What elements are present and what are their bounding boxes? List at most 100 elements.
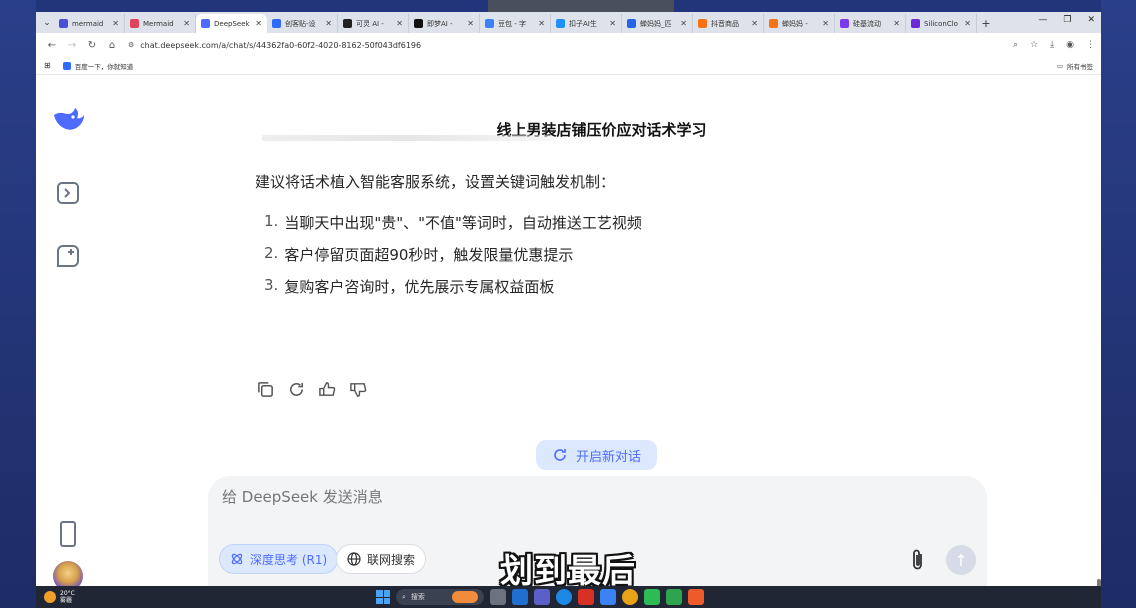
- browser-tab[interactable]: SiliconClo ✕: [906, 14, 977, 33]
- apps-icon[interactable]: ⊞: [44, 61, 51, 70]
- deep-think-label: 深度思考 (R1): [250, 552, 328, 567]
- site-info-icon[interactable]: ⚙: [128, 41, 134, 49]
- tab-label: 蝉妈妈_匹: [640, 19, 672, 28]
- backdrop-left: [0, 0, 36, 608]
- thumbs-down-icon[interactable]: [349, 380, 368, 399]
- browser-tab[interactable]: 即梦AI - ✕: [409, 14, 480, 33]
- web-search-toggle[interactable]: 联网搜索: [336, 544, 427, 574]
- tab-close-icon[interactable]: ✕: [751, 19, 758, 28]
- tab-favicon-icon: [485, 19, 494, 28]
- wps-icon[interactable]: [578, 589, 594, 605]
- browser-tab[interactable]: 抖音商品 ✕: [693, 14, 764, 33]
- tab-close-icon[interactable]: ✕: [538, 19, 545, 28]
- weather-icon: [44, 591, 56, 603]
- bookmark-star-icon[interactable]: ☆: [1030, 40, 1038, 50]
- browser-tab[interactable]: 硅基流动 ✕: [835, 14, 906, 33]
- message-intro: 建议将话术植入智能客服系统，设置关键词触发机制：: [255, 173, 616, 191]
- tab-close-icon[interactable]: ✕: [325, 19, 332, 28]
- tab-favicon-icon: [769, 19, 778, 28]
- browser-tab[interactable]: 豆包 - 字 ✕: [480, 14, 551, 33]
- browser-tab[interactable]: mermaid ✕: [54, 14, 125, 33]
- address-bar: ← → ↻ ⌂ ⚙ chat.deepseek.com/a/chat/s/443…: [36, 33, 1101, 57]
- scrollbar[interactable]: [1097, 579, 1101, 586]
- arrow-up-icon: ↑: [954, 550, 968, 570]
- reload-icon[interactable]: ↻: [82, 40, 102, 51]
- tab-label: mermaid: [72, 19, 104, 28]
- tab-label: 扣子AI生: [569, 19, 597, 28]
- list-item: 2. 客户停留页面超90秒时，触发限量优惠提示: [264, 244, 574, 264]
- tab-label: 抖音商品: [711, 19, 739, 28]
- tab-close-icon[interactable]: ✕: [680, 19, 687, 28]
- new-tab-button[interactable]: +: [977, 14, 995, 33]
- browser-tab[interactable]: Mermaid ✕: [125, 14, 196, 33]
- taskbar: 20°C 雾霾 ⌕ 搜索: [36, 586, 1101, 608]
- green-app-icon[interactable]: [666, 589, 682, 605]
- tab-close-icon[interactable]: ✕: [183, 19, 190, 28]
- menu-icon[interactable]: ⋮: [1086, 40, 1095, 50]
- restore-icon[interactable]: ❐: [1063, 15, 1071, 25]
- minimize-icon[interactable]: —: [1038, 15, 1047, 25]
- tab-close-icon[interactable]: ✕: [822, 19, 829, 28]
- teams-icon[interactable]: [534, 589, 550, 605]
- tab-close-icon[interactable]: ✕: [467, 19, 474, 28]
- window-controls: — ❐ ✕: [1038, 15, 1095, 25]
- profile-icon[interactable]: ◉: [1066, 40, 1074, 50]
- browser-tab[interactable]: 蝉妈妈_匹 ✕: [622, 14, 693, 33]
- copy-icon[interactable]: [256, 380, 275, 399]
- tab-label: 即梦AI -: [427, 19, 453, 28]
- wechat-icon[interactable]: [644, 589, 660, 605]
- close-window-icon[interactable]: ✕: [1087, 15, 1095, 25]
- tab-close-icon[interactable]: ✕: [112, 19, 119, 28]
- zoom-icon[interactable]: ⌕: [1013, 40, 1018, 50]
- download-icon[interactable]: ⤓: [1050, 40, 1054, 50]
- message-list: 1. 当聊天中出现"贵"、"不值"等词时，自动推送工艺视频 2. 客户停留页面超90…: [264, 212, 642, 308]
- url-field[interactable]: ⚙ chat.deepseek.com/a/chat/s/44362fa0-60…: [128, 41, 1013, 50]
- tab-close-icon[interactable]: ✕: [255, 19, 262, 28]
- cloud-icon[interactable]: [600, 589, 616, 605]
- message-input[interactable]: [222, 488, 922, 506]
- mobile-app-icon[interactable]: [60, 521, 76, 547]
- thumbs-up-icon[interactable]: [318, 380, 337, 399]
- browser-tab[interactable]: 蝉妈妈 - ✕: [764, 14, 835, 33]
- message-actions: [256, 380, 368, 399]
- deep-think-toggle[interactable]: 深度思考 (R1): [219, 544, 339, 574]
- new-chat-icon[interactable]: [57, 245, 79, 267]
- tab-favicon-icon: [911, 19, 920, 28]
- chrome-icon[interactable]: [622, 589, 638, 605]
- forward-icon[interactable]: →: [62, 40, 82, 51]
- browser-tab[interactable]: 扣子AI生 ✕: [551, 14, 622, 33]
- browser-tab[interactable]: DeepSeek ✕: [196, 14, 267, 33]
- tab-close-icon[interactable]: ✕: [396, 19, 403, 28]
- browser-tab[interactable]: 创客贴-设 ✕: [267, 14, 338, 33]
- tab-close-icon[interactable]: ✕: [964, 19, 971, 28]
- bookmark-baidu[interactable]: 百度一下，你就知道: [62, 61, 134, 71]
- new-chat-small-icon: [554, 449, 566, 461]
- edge-icon[interactable]: [556, 589, 572, 605]
- file-explorer-icon[interactable]: [490, 589, 506, 605]
- attach-icon[interactable]: [908, 548, 928, 572]
- tab-close-icon[interactable]: ✕: [893, 19, 900, 28]
- tab-favicon-icon: [414, 19, 423, 28]
- browser-tab[interactable]: 可灵 AI - ✕: [338, 14, 409, 33]
- avatar[interactable]: [53, 561, 83, 586]
- taskbar-search[interactable]: ⌕ 搜索: [396, 589, 484, 605]
- tab-close-icon[interactable]: ✕: [609, 19, 616, 28]
- windows-start-icon[interactable]: [376, 590, 390, 604]
- tab-favicon-icon: [59, 19, 68, 28]
- tab-search-icon[interactable]: ⌄: [40, 12, 54, 33]
- deepseek-logo[interactable]: [52, 105, 86, 133]
- all-bookmarks[interactable]: ▭ 所有书签: [1057, 61, 1093, 71]
- tab-label: SiliconClo: [924, 19, 958, 28]
- bookmarks-bar: ⊞ 百度一下，你就知道 ▭ 所有书签: [36, 57, 1101, 75]
- open-sidebar-icon[interactable]: [57, 182, 79, 204]
- new-chat-button[interactable]: 开启新对话: [536, 440, 657, 470]
- weather-widget[interactable]: 20°C 雾霾: [44, 590, 75, 604]
- list-item: 1. 当聊天中出现"贵"、"不值"等词时，自动推送工艺视频: [264, 212, 642, 232]
- regenerate-icon[interactable]: [287, 380, 306, 399]
- bookmark-label: 百度一下，你就知道: [74, 62, 134, 71]
- orange-app-icon[interactable]: [688, 589, 704, 605]
- back-icon[interactable]: ←: [42, 40, 62, 51]
- home-icon[interactable]: ⌂: [102, 40, 122, 51]
- send-button[interactable]: ↑: [946, 545, 976, 575]
- browser-app-icon[interactable]: [512, 589, 528, 605]
